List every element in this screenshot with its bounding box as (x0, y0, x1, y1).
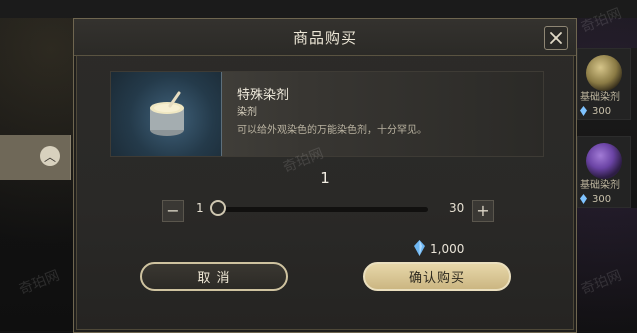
shop-item-label: 基础染剂 (580, 92, 620, 103)
plus-icon: + (476, 201, 490, 220)
slider-handle[interactable] (210, 200, 226, 216)
chevron-up-icon: ︿ (40, 146, 60, 166)
quantity-display: 1 (320, 169, 330, 187)
background-shop-item: 基础染剂 300 (577, 136, 631, 208)
dye-thumbnail (586, 55, 622, 91)
crystal-icon (580, 106, 587, 116)
quantity-slider[interactable] (214, 207, 428, 212)
confirm-purchase-button[interactable]: 确认购买 (363, 262, 511, 291)
item-type: 染剂 (237, 107, 257, 118)
cancel-button[interactable]: 取 消 (140, 262, 288, 291)
background-shop-item: 基础染剂 300 (577, 48, 631, 120)
item-name: 特殊染剂 (237, 88, 290, 103)
item-thumbnail (111, 72, 222, 156)
close-icon (550, 32, 562, 44)
background-side-panel: ︿ (0, 135, 71, 180)
close-button[interactable] (544, 26, 568, 50)
dialog-title: 商品购买 (292, 29, 357, 47)
dialog-header: 商品购买 (74, 19, 576, 56)
shop-item-label: 基础染剂 (580, 180, 620, 191)
price-amount: 1,000 (430, 242, 465, 256)
slider-min-label: 1 (196, 201, 204, 215)
item-description: 可以给外观染色的万能染色剂，十分罕见。 (237, 125, 427, 136)
shop-item-price: 300 (592, 106, 612, 117)
decrease-quantity-button[interactable]: − (162, 200, 184, 222)
background-shop-list: 基础染剂 300 基础染剂 300 (577, 48, 637, 208)
dye-bucket-icon (150, 91, 184, 136)
crystal-icon (414, 240, 425, 256)
increase-quantity-button[interactable]: + (472, 200, 494, 222)
crystal-icon (580, 194, 587, 204)
purchase-dialog: 商品购买 特殊染剂 染剂 可以给外观染色的万能染色剂，十分罕见。 1 − 1 3… (73, 18, 577, 333)
dye-thumbnail (586, 143, 622, 179)
item-card: 特殊染剂 染剂 可以给外观染色的万能染色剂，十分罕见。 (110, 71, 544, 157)
slider-max-label: 30 (449, 201, 465, 215)
minus-icon: − (166, 201, 180, 220)
shop-item-price: 300 (592, 194, 612, 205)
background-topbar (0, 0, 637, 18)
